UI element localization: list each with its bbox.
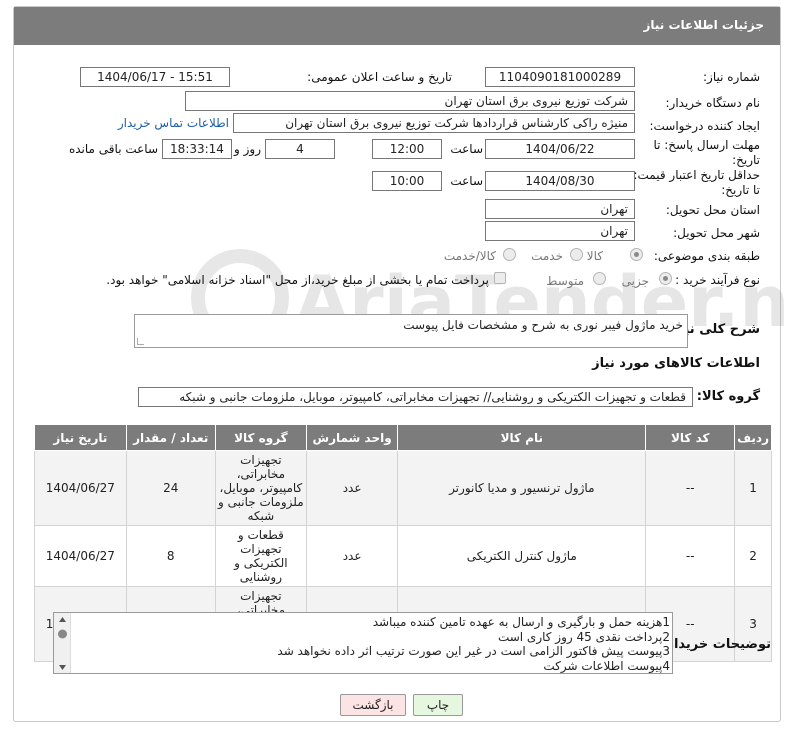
category-option-goods: کالا [586, 249, 603, 263]
cell-unit: عدد [305, 450, 399, 526]
validity-time-field: 10:00 [372, 171, 442, 191]
cell-qty: 24 [125, 450, 216, 526]
table-row: 1 -- ماژول ترنسیور و مدیا کانورتر عدد تج… [34, 450, 772, 526]
cell-index: 2 [734, 525, 772, 587]
announce-field: 1404/06/17 - 15:51 [80, 67, 230, 87]
cell-group: قطعات و تجهیزات الکتریکی و روشنایی [214, 525, 307, 587]
col-header-code: کد کالا [645, 424, 736, 451]
min-validity-label-2: تا تاریخ: [721, 183, 760, 197]
col-header-index: ردیف [734, 424, 772, 451]
col-header-qty: تعداد / مقدار [125, 424, 216, 451]
announce-label: تاریخ و ساعت اعلان عمومی: [307, 70, 452, 84]
process-label: نوع فرآیند خرید : [675, 273, 760, 287]
description-textarea[interactable]: خرید ماژول فیبر نوری به شرح و مشخصات فای… [134, 314, 688, 348]
payment-note: پرداخت تمام یا بخشی از مبلغ خرید،از محل … [106, 273, 489, 287]
notes-label: توضیحات خریدار: [661, 637, 771, 652]
notes-line: 2پرداخت نقدی 45 روز کاری است [497, 629, 670, 644]
notes-line: 1هزینه حمل و بارگیری و ارسال به عهده تام… [372, 615, 670, 629]
notes-line: 4پیوست اطلاعات شرکت [543, 658, 670, 673]
city-field: تهران [485, 221, 635, 241]
panel-header: جزئیات اطلاعات نیاز [14, 7, 780, 45]
notes-scrollbar[interactable] [54, 613, 71, 673]
category-radio-goods[interactable] [630, 248, 643, 261]
table-row: 2 -- ماژول کنترل الکتریکی عدد قطعات و تج… [34, 525, 772, 587]
category-option-service: خدمت [531, 249, 563, 263]
cell-index: 1 [734, 450, 772, 526]
print-button[interactable]: چاپ [413, 694, 463, 716]
process-radio-medium[interactable] [593, 272, 606, 285]
days-label: روز و [234, 142, 261, 156]
validity-date-field: 1404/08/30 [485, 171, 635, 191]
category-radio-goods-service[interactable] [503, 248, 516, 261]
goods-info-title: اطلاعات کالاهای مورد نیاز [592, 356, 760, 371]
remaining-time-field: 18:33:14 [162, 139, 232, 159]
province-field: تهران [485, 199, 635, 219]
notes-text: 1هزینه حمل و بارگیری و ارسال به عهده تام… [277, 615, 670, 673]
days-count-field: 4 [265, 139, 335, 159]
cell-date: 1404/06/27 [34, 450, 127, 526]
resize-handle-icon[interactable] [137, 338, 144, 345]
province-label: استان محل تحویل: [665, 203, 760, 217]
goods-group-label: گروه کالا: [696, 389, 760, 404]
goods-group-field: قطعات و تجهیزات الکتریکی و روشنایی// تجه… [138, 387, 693, 407]
description-text: خرید ماژول فیبر نوری به شرح و مشخصات فای… [403, 318, 683, 332]
category-radio-service[interactable] [570, 248, 583, 261]
category-option-goods-service: کالا/خدمت [443, 249, 496, 263]
deadline-time-label: ساعت [450, 142, 483, 156]
deadline-label-2: تاریخ: [732, 153, 760, 167]
cell-name: ماژول کنترل الکتریکی [397, 525, 647, 587]
page-title: جزئیات اطلاعات نیاز [643, 18, 764, 32]
deadline-time-field: 12:00 [372, 139, 442, 159]
remaining-label: ساعت باقی مانده [68, 142, 158, 156]
process-radio-minor[interactable] [659, 272, 672, 285]
treasury-checkbox[interactable] [494, 272, 506, 284]
notes-line: 3پیوست پیش فاکتور الزامی است در غیر این … [277, 644, 670, 658]
cell-group: تجهیزات مخابراتی، کامپیوتر، موبایل، ملزو… [214, 450, 307, 526]
col-header-group: گروه کالا [214, 424, 307, 451]
deadline-label: مهلت ارسال پاسخ: تا [653, 138, 760, 152]
category-label: طبقه بندی موضوعی: [653, 249, 760, 263]
need-number-field: 1104090181000289 [485, 67, 635, 87]
cell-name: ماژول ترنسیور و مدیا کانورتر [397, 450, 647, 526]
scrollbar-arrows-icon [58, 617, 67, 670]
col-header-unit: واحد شمارش [305, 424, 399, 451]
process-option-medium: متوسط [546, 274, 584, 288]
buyer-org-label: نام دستگاه خریدار: [665, 96, 761, 110]
min-validity-label: حداقل تاریخ اعتبار قیمت: [633, 168, 760, 182]
need-number-label: شماره نیاز: [703, 70, 760, 84]
back-button[interactable]: بازگشت [340, 694, 406, 716]
buyer-contact-link[interactable]: اطلاعات تماس خریدار [118, 116, 229, 130]
cell-code: -- [645, 525, 736, 587]
validity-time-label: ساعت [450, 174, 483, 188]
creator-label: ایجاد کننده درخواست: [649, 119, 760, 133]
cell-date: 1404/06/27 [34, 525, 127, 587]
buyer-org-field: شرکت توزیع نیروی برق استان تهران [185, 91, 635, 111]
notes-textarea[interactable]: 1هزینه حمل و بارگیری و ارسال به عهده تام… [53, 612, 673, 674]
deadline-date-field: 1404/06/22 [485, 139, 635, 159]
process-option-minor: جزیی [621, 274, 649, 288]
col-header-name: نام کالا [397, 424, 647, 451]
cell-qty: 8 [125, 525, 216, 587]
creator-field: منیژه راکی کارشناس قراردادها شرکت توزیع … [233, 113, 635, 133]
city-label: شهر محل تحویل: [673, 226, 760, 240]
table-header-row: ردیف کد کالا نام کالا واحد شمارش گروه کا… [34, 424, 772, 451]
col-header-date: تاریخ نیاز [34, 424, 127, 451]
cell-code: -- [645, 450, 736, 526]
cell-unit: عدد [305, 525, 399, 587]
